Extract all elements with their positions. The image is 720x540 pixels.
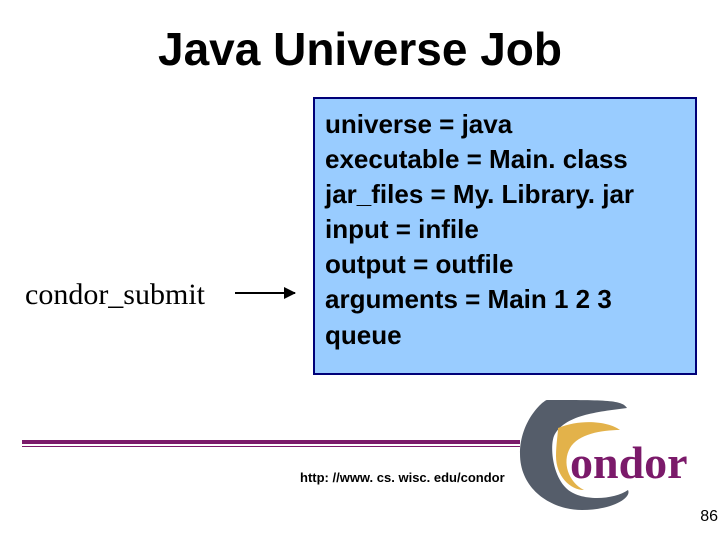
logo-text: ondor — [570, 437, 688, 488]
code-line: queue — [325, 318, 685, 353]
slide: Java Universe Job condor_submit universe… — [0, 0, 720, 540]
command-label: condor_submit — [25, 278, 205, 312]
code-line: arguments = Main 1 2 3 — [325, 282, 685, 317]
divider — [22, 440, 520, 446]
page-number: 86 — [700, 508, 718, 526]
slide-title: Java Universe Job — [0, 22, 720, 76]
divider-thick — [22, 440, 520, 444]
code-line: input = infile — [325, 212, 685, 247]
submit-file-box: universe = java executable = Main. class… — [313, 97, 697, 375]
arrow-icon — [235, 292, 295, 294]
divider-thin — [22, 446, 520, 447]
code-line: executable = Main. class — [325, 142, 685, 177]
code-line: output = outfile — [325, 247, 685, 282]
footer-url: http: //www. cs. wisc. edu/condor — [300, 470, 505, 485]
code-line: universe = java — [325, 107, 685, 142]
condor-logo: ondor — [512, 390, 712, 520]
code-line: jar_files = My. Library. jar — [325, 177, 685, 212]
